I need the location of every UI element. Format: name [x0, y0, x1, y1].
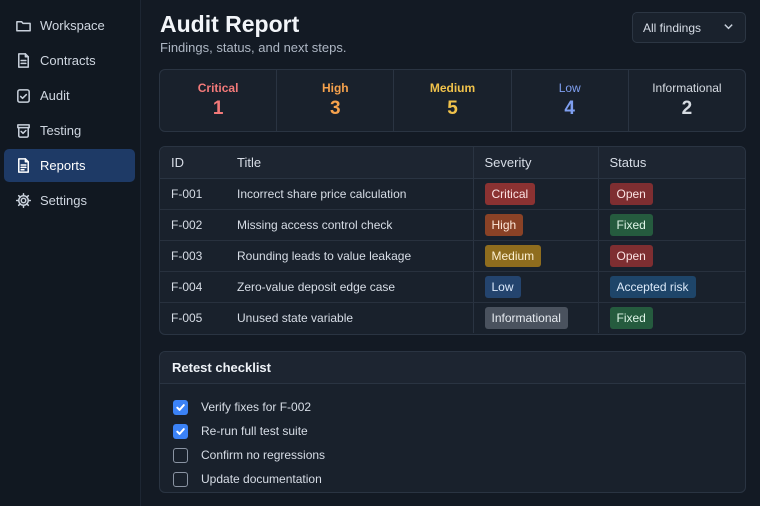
checklist-item-label: Confirm no regressions: [201, 448, 326, 462]
checklist-item-label: Verify fixes for F-002: [201, 400, 312, 414]
summary-label: Medium: [429, 81, 476, 95]
summary-count: 4: [564, 98, 575, 119]
finding-id: F-005: [171, 310, 203, 325]
finding-id: F-002: [160, 209, 226, 241]
findings-filter-dropdown[interactable]: All findings: [632, 12, 746, 43]
summary-count: 3: [330, 98, 341, 119]
table-row[interactable]: F-001 Incorrect share price calculation …: [160, 178, 745, 210]
sidebar-item-testing[interactable]: Testing: [4, 114, 135, 147]
summary-low: Low 4: [512, 70, 629, 131]
chevron-down-icon: [723, 21, 734, 35]
summary-count: 5: [447, 98, 458, 119]
checkbox-unchecked[interactable]: [173, 471, 188, 487]
checklist-item-label: Re-run full test suite: [201, 424, 308, 438]
sidebar-item-workspace[interactable]: Workspace: [4, 9, 135, 42]
finding-id: F-004: [160, 271, 226, 303]
table-row[interactable]: F-002 Missing access control check High …: [160, 209, 745, 241]
summary-count: 2: [681, 98, 693, 119]
checklist-title: Retest checklist: [160, 352, 745, 384]
sidebar: Workspace Contracts Audit Testing Report…: [0, 0, 141, 506]
finding-id: F-003: [160, 240, 226, 272]
status-badge: Fixed: [609, 213, 653, 236]
sidebar-item-reports[interactable]: Reports: [4, 149, 135, 182]
summary-label: Critical: [197, 81, 239, 95]
table-header-row: ID Title Severity Status: [160, 147, 745, 179]
table-row[interactable]: F-003 Rounding leads to value leakage Me…: [160, 240, 745, 272]
checklist-item-label: Update documentation: [201, 472, 322, 486]
report-icon: [14, 157, 32, 175]
status-badge: Accepted risk: [609, 275, 696, 298]
checkmark-icon: [176, 427, 185, 435]
sidebar-item-label: Workspace: [40, 18, 105, 33]
finding-title: Rounding leads to value leakage: [226, 240, 473, 272]
filter-selected-value: All findings: [643, 20, 702, 35]
checklist-item[interactable]: Verify fixes for F-002: [160, 395, 745, 419]
retest-checklist: Retest checklist Verify fixes for F-002 …: [159, 351, 746, 493]
sidebar-item-audit[interactable]: Audit: [4, 79, 135, 112]
sidebar-item-label: Reports: [40, 158, 86, 173]
audit-icon: [14, 87, 32, 105]
checkbox-unchecked[interactable]: [173, 447, 188, 463]
checklist-item[interactable]: Update documentation: [160, 467, 745, 491]
summary-label: Informational: [652, 81, 722, 95]
column-header-severity[interactable]: Severity: [472, 147, 598, 179]
summary-label: High: [321, 81, 349, 95]
severity-summary: Critical 1 High 3 Medium 5 Low 4 Informa…: [159, 69, 746, 132]
column-header-status[interactable]: Status: [597, 147, 745, 179]
page-title: Audit Report: [160, 11, 300, 37]
column-header-id[interactable]: ID: [160, 147, 226, 179]
summary-informational: Informational 2: [629, 70, 745, 131]
sidebar-item-label: Audit: [40, 88, 70, 103]
findings-table: ID Title Severity Status F-001 Incorrect…: [159, 146, 746, 335]
status-badge: Open: [609, 244, 653, 267]
table-row[interactable]: F-004 Zero-value deposit edge case Low A…: [160, 271, 745, 303]
status-badge: Fixed: [609, 306, 653, 329]
finding-title: Unused state variable: [237, 310, 354, 325]
summary-critical: Critical 1: [160, 70, 278, 131]
severity-badge: Informational: [484, 306, 568, 329]
summary-label: Low: [558, 81, 581, 95]
finding-title: Zero-value deposit edge case: [226, 271, 473, 303]
sidebar-item-contracts[interactable]: Contracts: [4, 44, 135, 77]
sidebar-item-settings[interactable]: Settings: [4, 184, 135, 217]
beaker-icon: [14, 122, 32, 140]
column-header-title[interactable]: Title: [226, 147, 473, 179]
sidebar-item-label: Testing: [40, 123, 82, 138]
summary-count: 1: [212, 98, 224, 119]
finding-title: Missing access control check: [226, 209, 473, 241]
main-content: Audit Report Findings, status, and next …: [141, 0, 760, 506]
checkbox-checked[interactable]: [173, 399, 188, 415]
document-icon: [14, 52, 32, 70]
page-subtitle: Findings, status, and next steps.: [160, 40, 347, 55]
severity-badge: Critical: [484, 182, 536, 205]
checkmark-icon: [176, 403, 185, 411]
folder-icon: [14, 17, 32, 35]
sidebar-item-label: Settings: [40, 193, 87, 208]
table-row[interactable]: F-005 Unused state variable Informationa…: [160, 302, 745, 333]
gear-icon: [14, 192, 32, 210]
status-badge: Open: [609, 182, 653, 205]
summary-medium: Medium 5: [394, 70, 512, 131]
checklist-item[interactable]: Re-run full test suite: [160, 419, 745, 443]
severity-badge: High: [484, 213, 524, 236]
summary-high: High 3: [277, 70, 395, 131]
checklist-item[interactable]: Confirm no regressions: [160, 443, 745, 467]
sidebar-item-label: Contracts: [40, 53, 96, 68]
finding-id: F-001: [160, 178, 226, 210]
severity-badge: Medium: [484, 244, 542, 267]
checkbox-checked[interactable]: [173, 423, 188, 439]
finding-title: Incorrect share price calculation: [226, 178, 473, 210]
severity-badge: Low: [484, 275, 521, 298]
